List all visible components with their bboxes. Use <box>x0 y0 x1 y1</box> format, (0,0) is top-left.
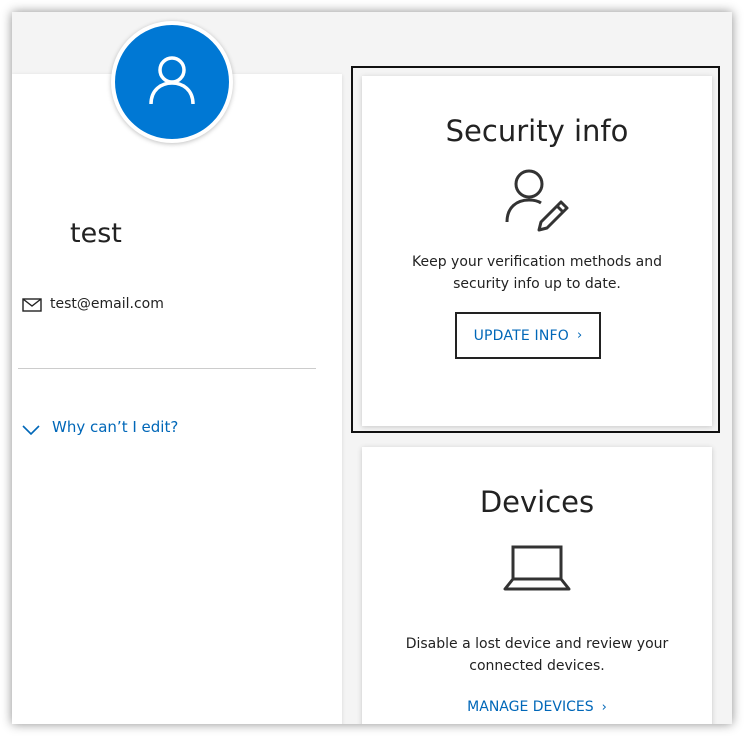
mail-icon <box>22 297 42 312</box>
why-cant-edit-label: Why can’t I edit? <box>52 418 179 436</box>
chevron-down-icon <box>22 421 40 436</box>
avatar <box>111 21 233 143</box>
profile-name: test <box>70 218 122 249</box>
profile-card: test test@email.com Why can’t I edit? <box>12 74 342 724</box>
chevron-right-icon: › <box>601 699 607 715</box>
app-frame: test test@email.com Why can’t I edit? Se… <box>12 12 732 724</box>
devices-card: Devices Disable a lost device and review… <box>362 447 712 724</box>
divider <box>18 368 316 369</box>
manage-devices-link[interactable]: MANAGE DEVICES › <box>362 699 712 715</box>
security-info-description: Keep your verification methods and secur… <box>411 254 663 292</box>
person-edit-icon <box>362 166 712 236</box>
chevron-right-icon: › <box>577 328 583 343</box>
security-info-card: Security info Keep your verification met… <box>362 76 712 426</box>
laptop-icon <box>362 543 712 595</box>
devices-description: Disable a lost device and review your co… <box>405 636 669 674</box>
person-icon <box>148 54 196 110</box>
update-info-button[interactable]: UPDATE INFO › <box>455 312 601 359</box>
profile-email: test@email.com <box>50 296 164 312</box>
update-info-label: UPDATE INFO <box>473 327 570 344</box>
devices-title: Devices <box>479 485 595 519</box>
email-row: test@email.com <box>22 296 164 312</box>
security-info-title: Security info <box>445 114 629 148</box>
why-cant-edit-toggle[interactable]: Why can’t I edit? <box>22 418 178 436</box>
manage-devices-label: MANAGE DEVICES <box>467 699 594 715</box>
